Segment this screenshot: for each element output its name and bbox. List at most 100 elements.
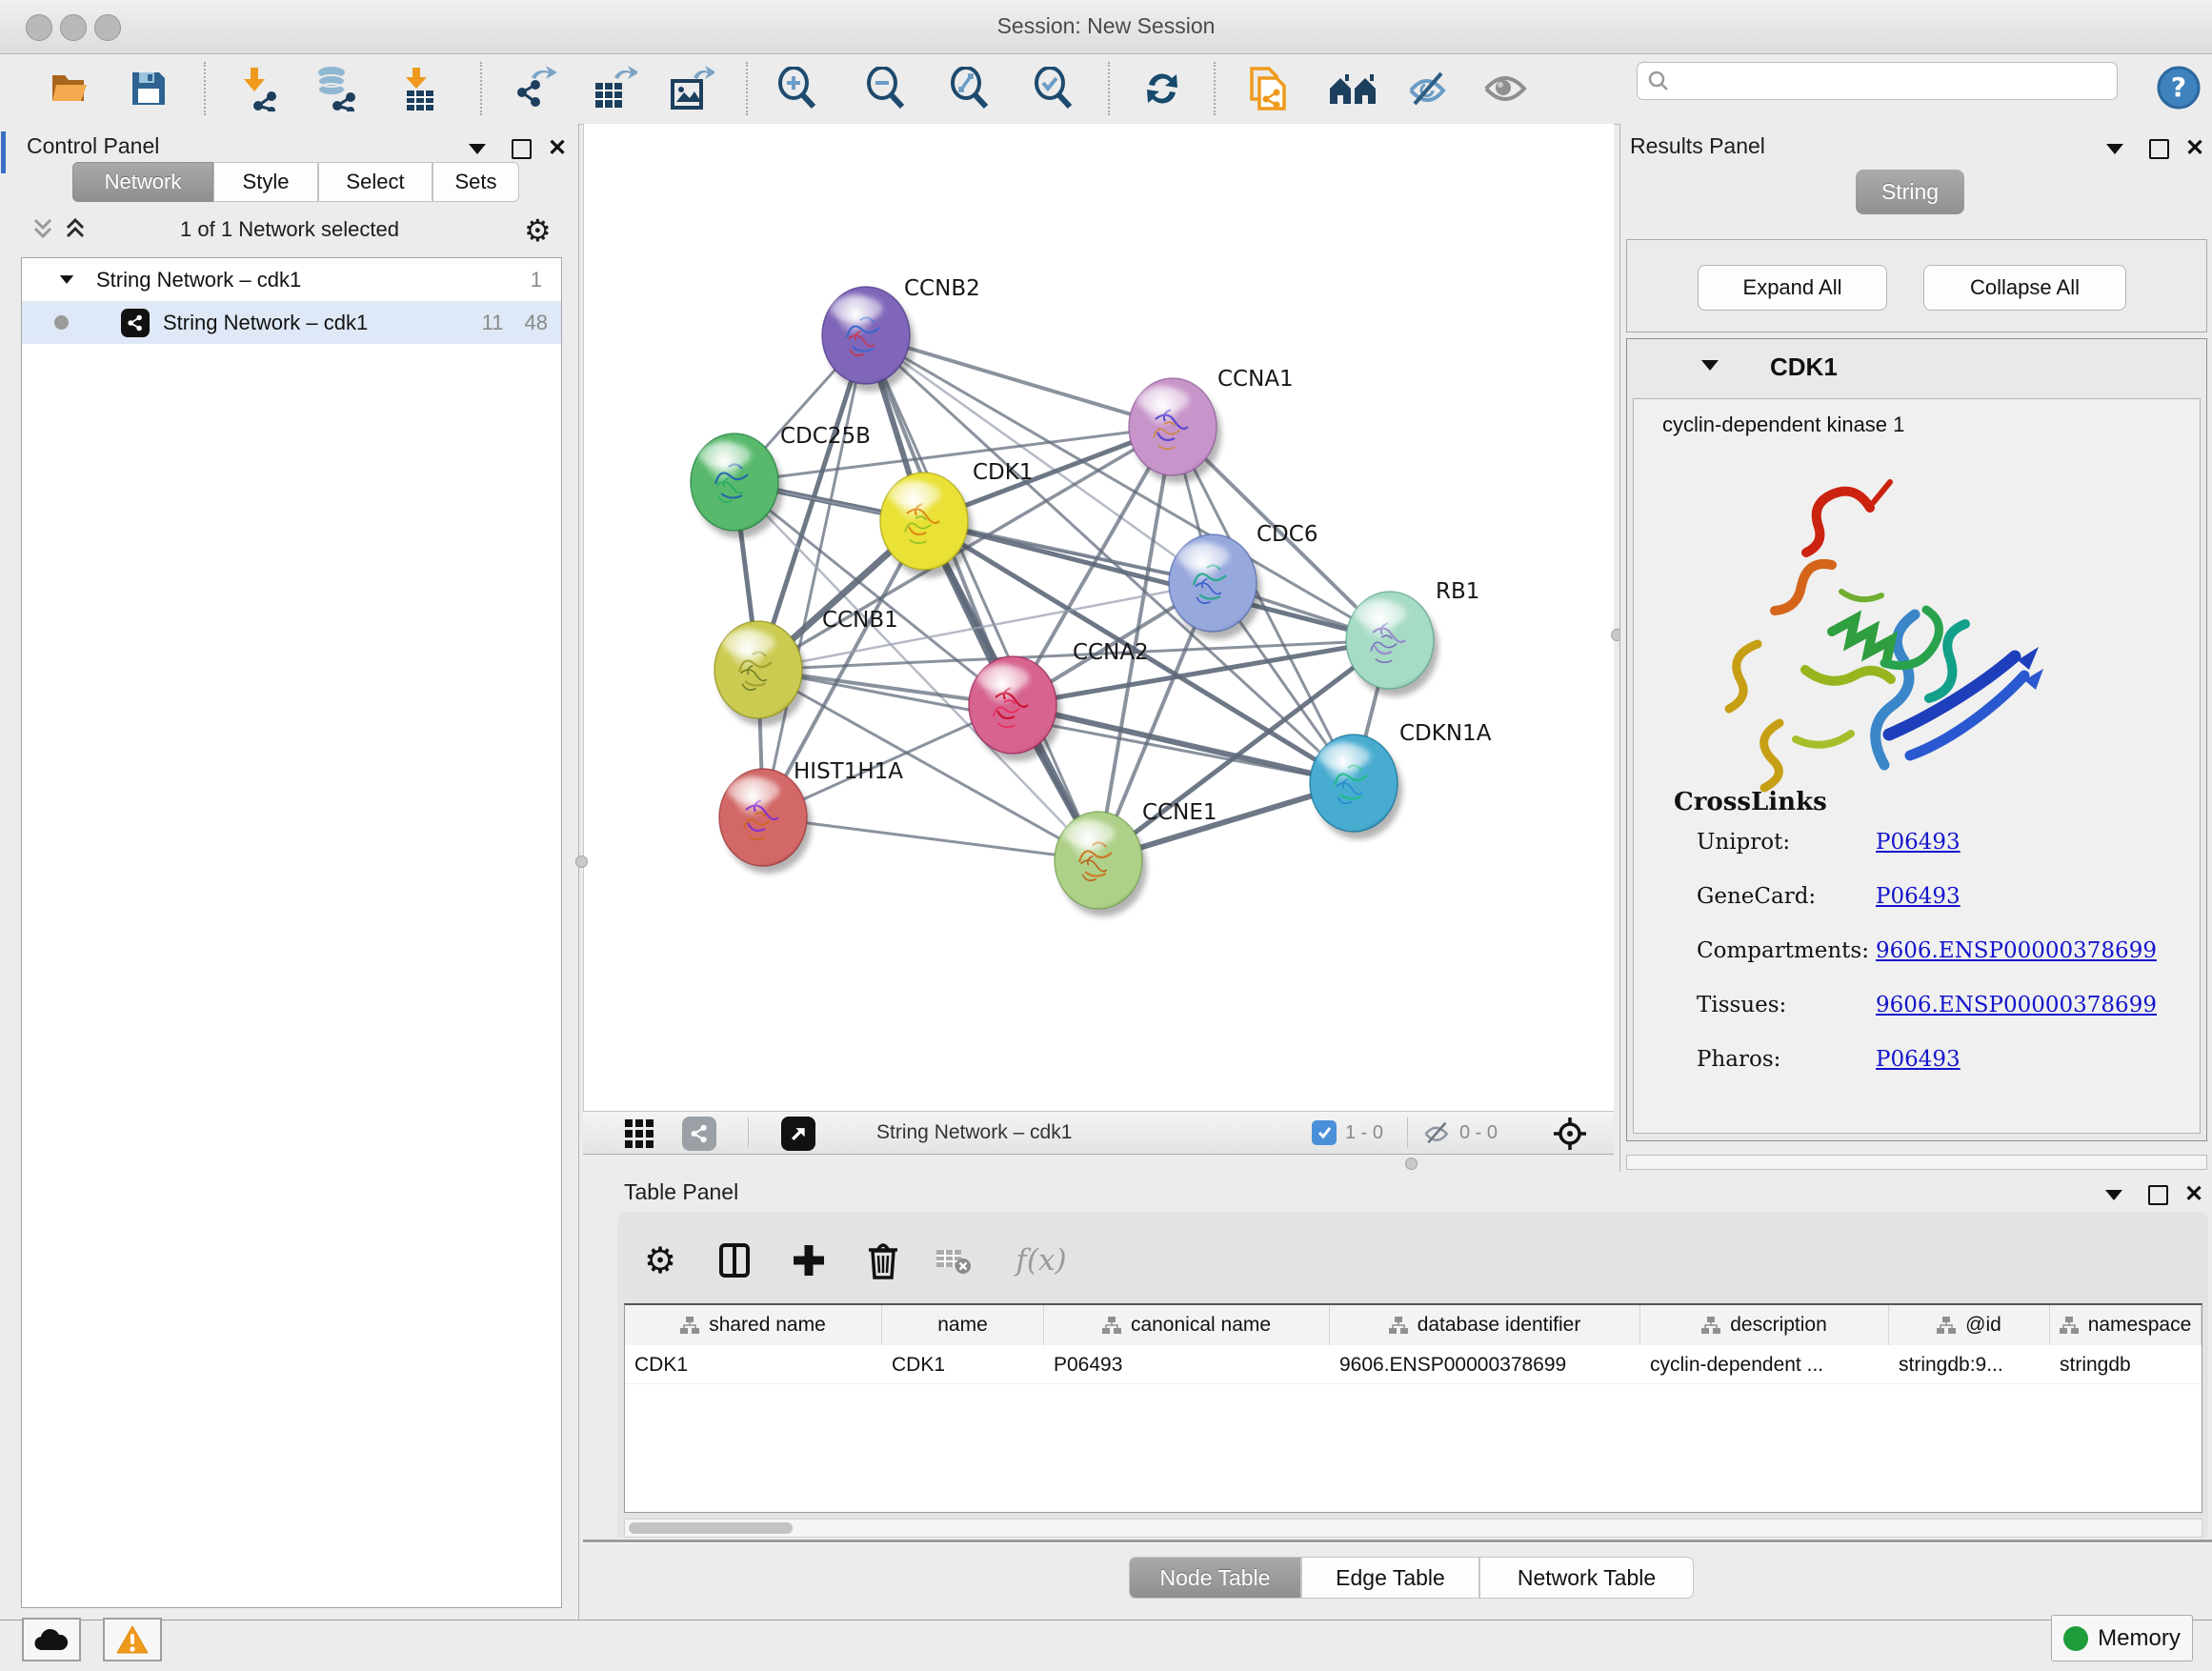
tab-sets[interactable]: Sets (432, 162, 519, 202)
network-node-CDC6[interactable]: CDC6 (1169, 522, 1317, 639)
zoom-in-button[interactable] (773, 64, 822, 113)
crosslink-link[interactable]: P06493 (1876, 884, 1961, 909)
tab-network-table[interactable]: Network Table (1479, 1557, 1694, 1599)
node-label-CCNE1: CCNE1 (1142, 800, 1217, 825)
column-type-icon (2060, 1317, 2079, 1334)
tree-collapse-icon[interactable] (60, 275, 73, 284)
node-label-RB1: RB1 (1436, 579, 1479, 604)
apply-layout-button[interactable] (1137, 64, 1187, 113)
memory-button[interactable]: Memory (2051, 1615, 2193, 1661)
column-header-name[interactable]: name (882, 1305, 1044, 1345)
column-header-@id[interactable]: @id (1889, 1305, 2050, 1345)
open-in-window-button[interactable] (781, 1117, 815, 1151)
crosslink-link[interactable]: 9606.ENSP00000378699 (1876, 938, 2157, 963)
control-panel-float-button[interactable] (509, 136, 533, 161)
help-button[interactable]: ? (2157, 66, 2201, 110)
horizontal-scrollbar[interactable] (624, 1519, 2202, 1538)
open-session-button[interactable] (45, 64, 94, 113)
entry-collapse-button[interactable] (1696, 351, 1724, 379)
crosslink-link[interactable]: P06493 (1876, 830, 1961, 855)
control-panel-close-button[interactable]: ✕ (545, 136, 570, 161)
column-header-label: shared name (709, 1314, 826, 1337)
birdseye-button[interactable] (1551, 1115, 1589, 1153)
hidden-eye-icon[interactable] (1421, 1119, 1454, 1146)
add-column-button[interactable] (787, 1238, 831, 1282)
tab-style[interactable]: Style (213, 162, 318, 202)
table-settings-gear-icon[interactable]: ⚙ (638, 1238, 682, 1282)
export-image-button[interactable] (667, 64, 716, 113)
results-panel-title: Results Panel (1630, 133, 1765, 159)
network-node-CDKN1A[interactable]: CDKN1A (1310, 721, 1492, 839)
tab-edge-table[interactable]: Edge Table (1301, 1557, 1479, 1599)
import-network-file-button[interactable] (234, 64, 284, 113)
clone-network-button[interactable] (1244, 64, 1294, 113)
results-panel-float-button[interactable] (2146, 136, 2171, 161)
hide-selected-button[interactable] (1404, 64, 1454, 113)
network-node-CCNB2[interactable]: CCNB2 (822, 276, 980, 392)
search-icon (1647, 70, 1670, 92)
search-input[interactable] (1678, 69, 2117, 93)
column-header-description[interactable]: description (1640, 1305, 1889, 1345)
database-icon (312, 66, 358, 111)
column-type-icon (1389, 1317, 1408, 1334)
network-node-CDC25B[interactable]: CDC25B (691, 424, 871, 538)
network-node-CDK1[interactable]: CDK1 (880, 460, 1034, 577)
save-session-button[interactable] (124, 64, 173, 113)
string-view-button[interactable] (682, 1117, 716, 1151)
table-panel-float-button[interactable] (2145, 1182, 2170, 1207)
collapse-all-button[interactable]: Collapse All (1923, 265, 2126, 311)
crosslink-link[interactable]: P06493 (1876, 1047, 1961, 1072)
zoom-fit-button[interactable] (945, 64, 995, 113)
import-network-database-button[interactable] (311, 64, 360, 113)
network-tree-root-row[interactable]: String Network – cdk1 1 (22, 258, 561, 301)
entry-detail-box: cyclin-dependent kinase 1 (1633, 398, 2201, 1134)
cloud-status-button[interactable] (22, 1618, 81, 1661)
network-edge-HIST1H1A-CCNE1[interactable] (763, 817, 1098, 860)
warnings-button[interactable] (103, 1618, 162, 1661)
import-table-icon (401, 66, 439, 111)
column-header-shared-name[interactable]: shared name (625, 1305, 882, 1345)
column-header-database-identifier[interactable]: database identifier (1330, 1305, 1640, 1345)
selected-checkbox-icon[interactable] (1312, 1120, 1337, 1145)
tab-string[interactable]: String (1856, 170, 1964, 214)
crosslink-link[interactable]: 9606.ENSP00000378699 (1876, 993, 2157, 1017)
table-cell: 9606.ENSP00000378699 (1330, 1345, 1640, 1383)
show-hidden-button[interactable] (1480, 64, 1530, 113)
column-header-namespace[interactable]: namespace (2050, 1305, 2202, 1345)
network-node-RB1[interactable]: RB1 (1346, 579, 1479, 696)
table-panel-menu-button[interactable] (2101, 1182, 2126, 1207)
zoom-out-button[interactable] (861, 64, 911, 113)
zoom-selected-button[interactable] (1029, 64, 1078, 113)
export-table-button[interactable] (590, 64, 639, 113)
table-row[interactable]: CDK1CDK1P064939606.ENSP00000378699cyclin… (625, 1345, 2202, 1384)
expand-all-button[interactable]: Expand All (1698, 265, 1887, 311)
import-table-button[interactable] (395, 64, 445, 113)
network-canvas[interactable]: CCNB2CCNA1CDC25BCDK1CDC6RB1CCNB1CCNA2CDK… (583, 124, 1614, 1111)
network-node-CCNE1[interactable]: CCNE1 (1055, 800, 1217, 916)
scrollbar-thumb[interactable] (629, 1522, 793, 1534)
expand-all-chevron-icon[interactable] (63, 218, 88, 241)
crosslink-row: Compartments:9606.ENSP00000378699 (1697, 938, 2192, 963)
tab-node-table[interactable]: Node Table (1129, 1557, 1301, 1599)
export-network-button[interactable] (511, 64, 560, 113)
delete-column-button[interactable] (861, 1238, 905, 1282)
show-all-networks-button[interactable] (1328, 64, 1377, 113)
table-panel-close-button[interactable]: ✕ (2182, 1182, 2206, 1207)
tab-network[interactable]: Network (72, 162, 213, 202)
column-header-label: name (937, 1314, 988, 1337)
splitter-handle-left[interactable] (575, 856, 588, 868)
column-header-canonical-name[interactable]: canonical name (1044, 1305, 1330, 1345)
results-panel-menu-button[interactable] (2102, 136, 2127, 161)
network-tree-child-row[interactable]: String Network – cdk1 11 48 (22, 301, 561, 344)
gear-icon[interactable]: ⚙ (524, 212, 552, 249)
results-panel-close-button[interactable]: ✕ (2182, 136, 2207, 161)
grid-mode-button[interactable] (623, 1118, 655, 1149)
select-columns-button[interactable] (713, 1238, 756, 1282)
crosslink-label: Compartments: (1697, 938, 1876, 963)
network-edge-CCNA2-CDKN1A[interactable] (1013, 705, 1354, 783)
network-node-HIST1H1A[interactable]: HIST1H1A (719, 759, 903, 874)
tab-select[interactable]: Select (318, 162, 432, 202)
control-panel-menu-button[interactable] (465, 136, 490, 161)
splitter-handle-bottom[interactable] (1405, 1158, 1418, 1170)
collapse-all-chevron-icon[interactable] (30, 218, 55, 241)
